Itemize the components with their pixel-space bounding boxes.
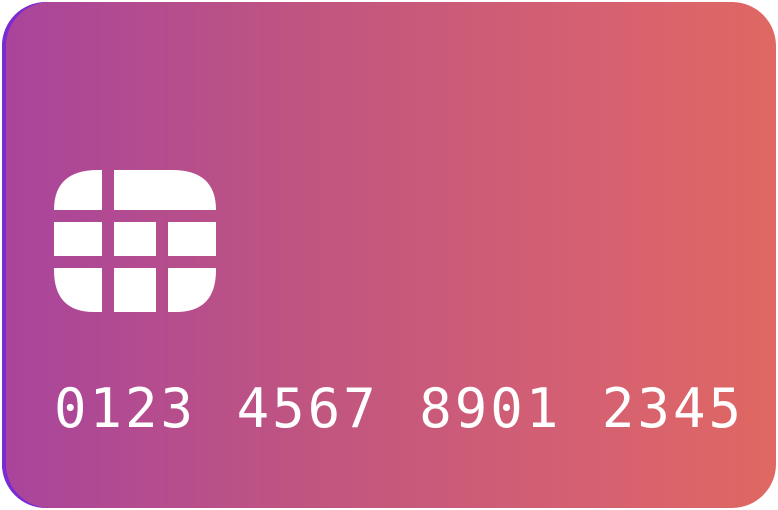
card-number-group-2: 4567 <box>236 377 379 440</box>
emv-chip-icon <box>54 170 216 312</box>
card-number: 0123 4567 8901 2345 <box>54 378 744 440</box>
card-number-group-3: 8901 <box>419 377 562 440</box>
card-number-group-4: 2345 <box>601 377 744 440</box>
credit-card: 0123 4567 8901 2345 <box>2 2 776 508</box>
card-number-group-1: 0123 <box>54 377 197 440</box>
